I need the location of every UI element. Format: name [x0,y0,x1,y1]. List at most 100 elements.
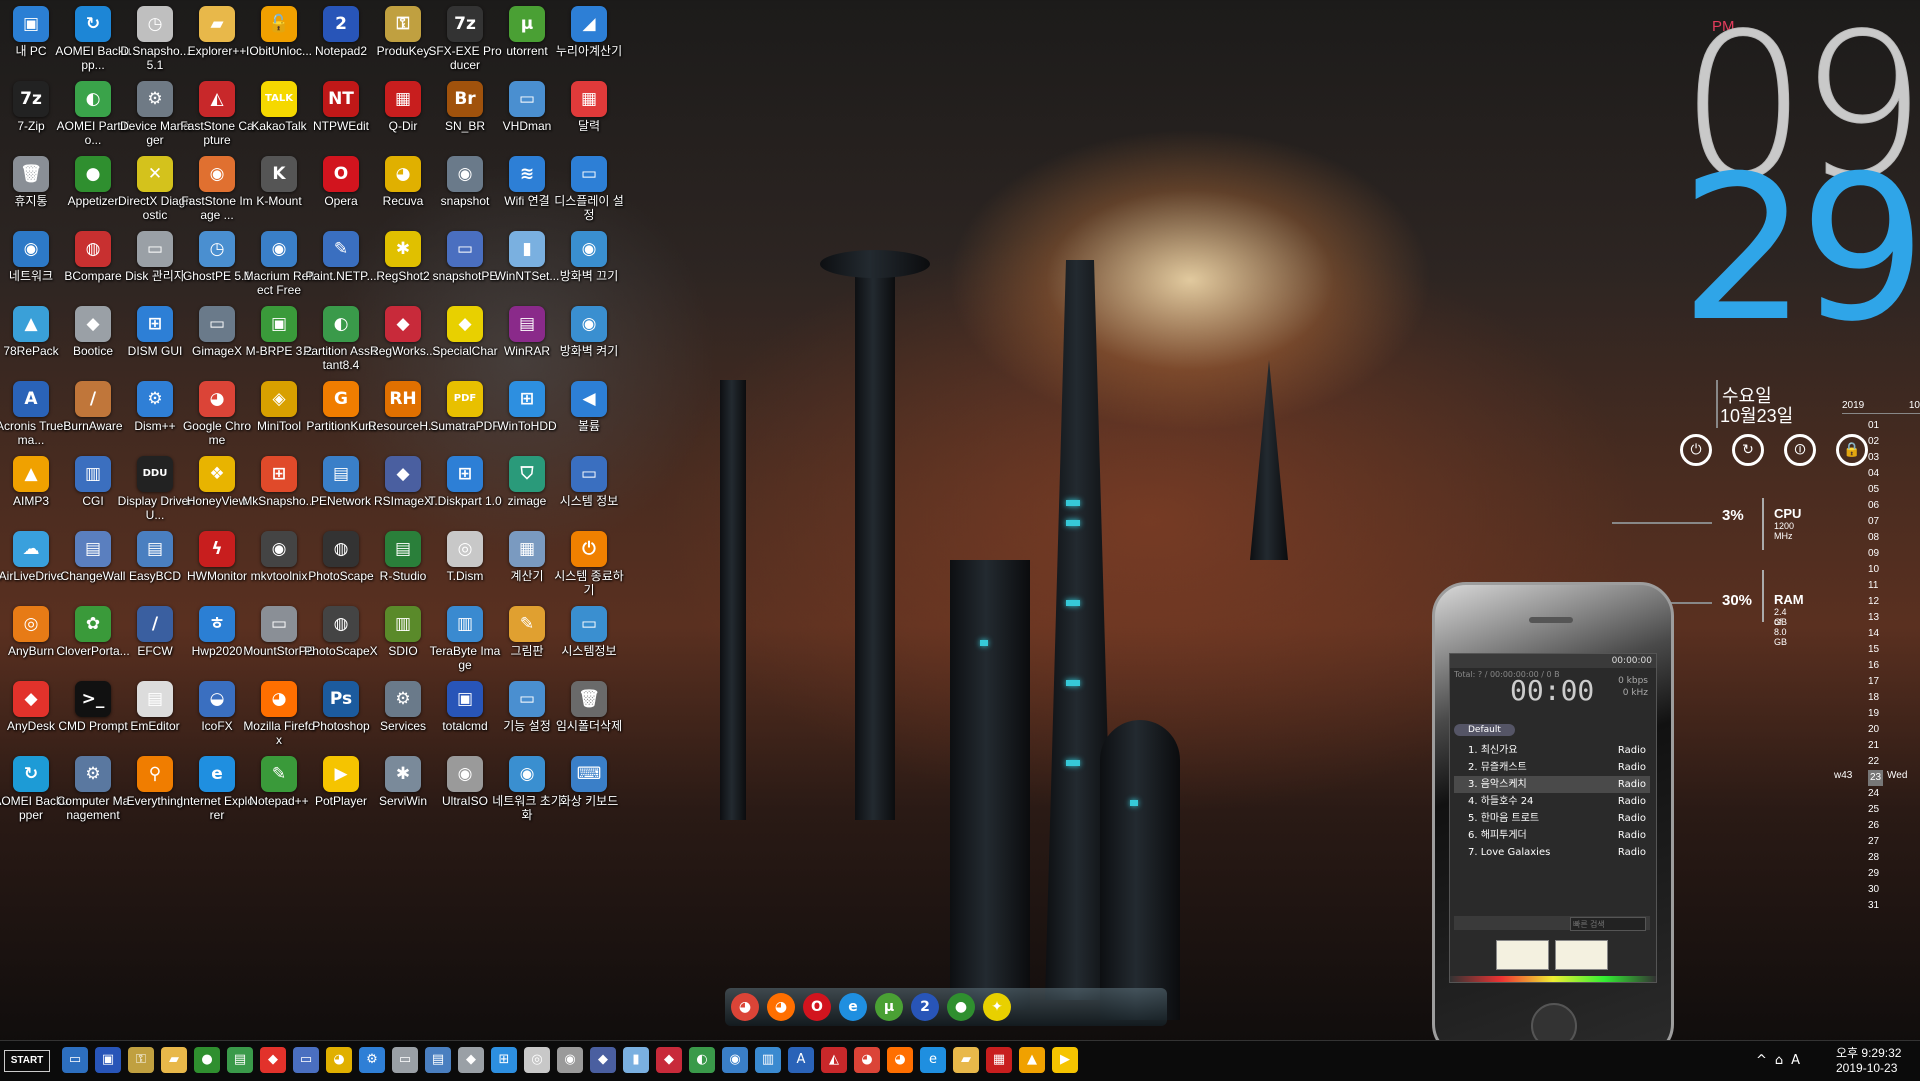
explorer-icon[interactable]: ▰ [953,1047,979,1073]
opera-icon[interactable]: O [803,993,831,1021]
playlist-item[interactable]: 2. 뮤즐캐스트 Radio [1454,759,1650,776]
app-icon: ◎ [447,531,483,567]
regworks-icon[interactable]: ◆ [656,1047,682,1073]
anydesk-icon[interactable]: ◆ [260,1047,286,1073]
key-icon[interactable]: ⚿ [128,1047,154,1073]
app-icon: ↻ [75,6,111,42]
appetizer-icon[interactable]: ● [194,1047,220,1073]
desktop-icon-label: 볼륨 [577,419,601,433]
tdism-icon[interactable]: ◎ [524,1047,550,1073]
music-player-widget[interactable]: 00:00:00 Total: ? / 00:00:00:00 / 0 B 00… [1432,582,1674,1058]
taskbar-clock-time[interactable]: 오후 9:29:32 [1836,1044,1901,1061]
app-icon: RH [385,381,421,417]
player-toolbar[interactable]: 00:00:00 [1450,654,1656,668]
app-icon: ◉ [447,756,483,792]
cpu-frequency: 1200 MHz [1774,521,1795,541]
clock-minute: 29 [1680,133,1920,366]
dism-icon[interactable]: ⚙ [359,1047,385,1073]
firefox-icon[interactable]: ◕ [887,1047,913,1073]
calendar-header: 2019 10 [1842,400,1920,414]
recuva-icon[interactable]: ◕ [326,1047,352,1073]
appetizer-icon[interactable]: ● [947,993,975,1021]
playlist-item[interactable]: 3. 음악스케치 Radio [1454,776,1650,793]
app-icon: ㅎ [199,606,235,642]
bootice-icon[interactable]: ◆ [458,1047,484,1073]
partition-icon[interactable]: ◐ [689,1047,715,1073]
utorrent-icon[interactable]: µ [875,993,903,1021]
monitor-icon[interactable]: ▭ [62,1047,88,1073]
player-controls[interactable] [1454,916,1650,931]
app-icon: PDF [447,381,483,417]
app-icon: ◉ [509,756,545,792]
chrome-icon[interactable]: ◕ [854,1047,880,1073]
ultraiso-icon[interactable]: ◉ [557,1047,583,1073]
cpu-graph [1612,522,1712,524]
lock-icon[interactable]: 🔒 [1836,434,1868,466]
ie-icon[interactable]: e [839,993,867,1021]
player-khz: 0 kHz [1622,688,1648,698]
playlist-tab-default[interactable]: Default [1454,724,1515,736]
app-icon: ◐ [75,81,111,117]
app-icon: ▭ [571,156,607,192]
calendar-week-number: w43 [1834,770,1853,781]
app-icon: ◒ [199,681,235,717]
app-icon: ◈ [261,381,297,417]
playlist-item[interactable]: 4. 하들호수 24 Radio [1454,793,1650,810]
power-icon[interactable]: ⏻ [1680,434,1712,466]
potplayer-icon[interactable]: ▶ [1052,1047,1078,1073]
app-icon: ▭ [571,606,607,642]
terabyte-icon[interactable]: ▥ [755,1047,781,1073]
save-disk-icon[interactable]: ▣ [95,1047,121,1073]
app-icon: ▦ [385,81,421,117]
firefox-icon[interactable]: ◕ [767,993,795,1021]
app-icon: ❖ [199,456,235,492]
playlist-item[interactable]: 6. 해피투게더 Radio [1454,827,1650,844]
desktop-icon[interactable]: ⌨ 화상 키보드 [551,752,627,842]
app-icon: ≋ [509,156,545,192]
chrome-icon[interactable]: ◕ [731,993,759,1021]
folder-icon[interactable]: ▰ [161,1047,187,1073]
playlist-search-input[interactable] [1570,917,1646,931]
eraser-icon[interactable]: ✦ [983,993,1011,1021]
qdir-icon[interactable]: ▦ [986,1047,1012,1073]
easybcd-icon[interactable]: ▤ [425,1047,451,1073]
start-button[interactable]: START [4,1050,50,1072]
vu-meter-right [1555,940,1608,970]
ime-indicator[interactable]: A [1791,1053,1800,1068]
rsimagex-icon[interactable]: ◆ [590,1047,616,1073]
taskbar-clock-date[interactable]: 2019-10-23 [1836,1061,1897,1075]
calendar-day: 17 [1868,676,1880,687]
app-icon: / [137,606,173,642]
vu-meters [1496,940,1608,970]
windows-icon[interactable]: ⊞ [491,1047,517,1073]
playlist-item-title: 3. 음악스케치 [1468,779,1527,790]
calendar-day: 26 [1868,820,1880,831]
aimp-icon[interactable]: ▲ [1019,1047,1045,1073]
calendar-days: 01 02 03 04 05 06 07 08 09 10 11 12 13 14 15 16 17 18 19 20… [1868,418,1884,914]
app-icon: ◐ [323,306,359,342]
network-icon[interactable]: ⌂ [1775,1053,1783,1068]
winntsetup-icon[interactable]: ▮ [623,1047,649,1073]
playlist-item[interactable]: 7. Love Galaxies Radio [1454,844,1650,861]
app-icon: Br [447,81,483,117]
desktop-icon-label: 달력 [577,119,601,133]
capture-icon[interactable]: ◭ [821,1047,847,1073]
restart-icon[interactable]: ↻ [1732,434,1764,466]
notepad2-icon[interactable]: 2 [911,993,939,1021]
tray-chevron-icon[interactable]: ^ [1756,1053,1767,1068]
app-icon: ϟ [199,531,235,567]
player-kbps: 0 kbps [1618,676,1648,686]
disk-icon[interactable]: ▭ [392,1047,418,1073]
vu-meter-left [1496,940,1549,970]
playlist-item[interactable]: 1. 최신가요 Radio [1454,742,1650,759]
drive-icon[interactable]: ▭ [293,1047,319,1073]
acronis-icon[interactable]: A [788,1047,814,1073]
image-icon[interactable]: ▤ [227,1047,253,1073]
app-icon: ◆ [385,456,421,492]
macrium-icon[interactable]: ◉ [722,1047,748,1073]
logoff-icon[interactable]: ⏼ [1784,434,1816,466]
calendar-day: 02 [1868,436,1880,447]
app-icon: ▦ [571,81,607,117]
playlist-item[interactable]: 5. 한마음 트로트 Radio [1454,810,1650,827]
ie-icon[interactable]: e [920,1047,946,1073]
